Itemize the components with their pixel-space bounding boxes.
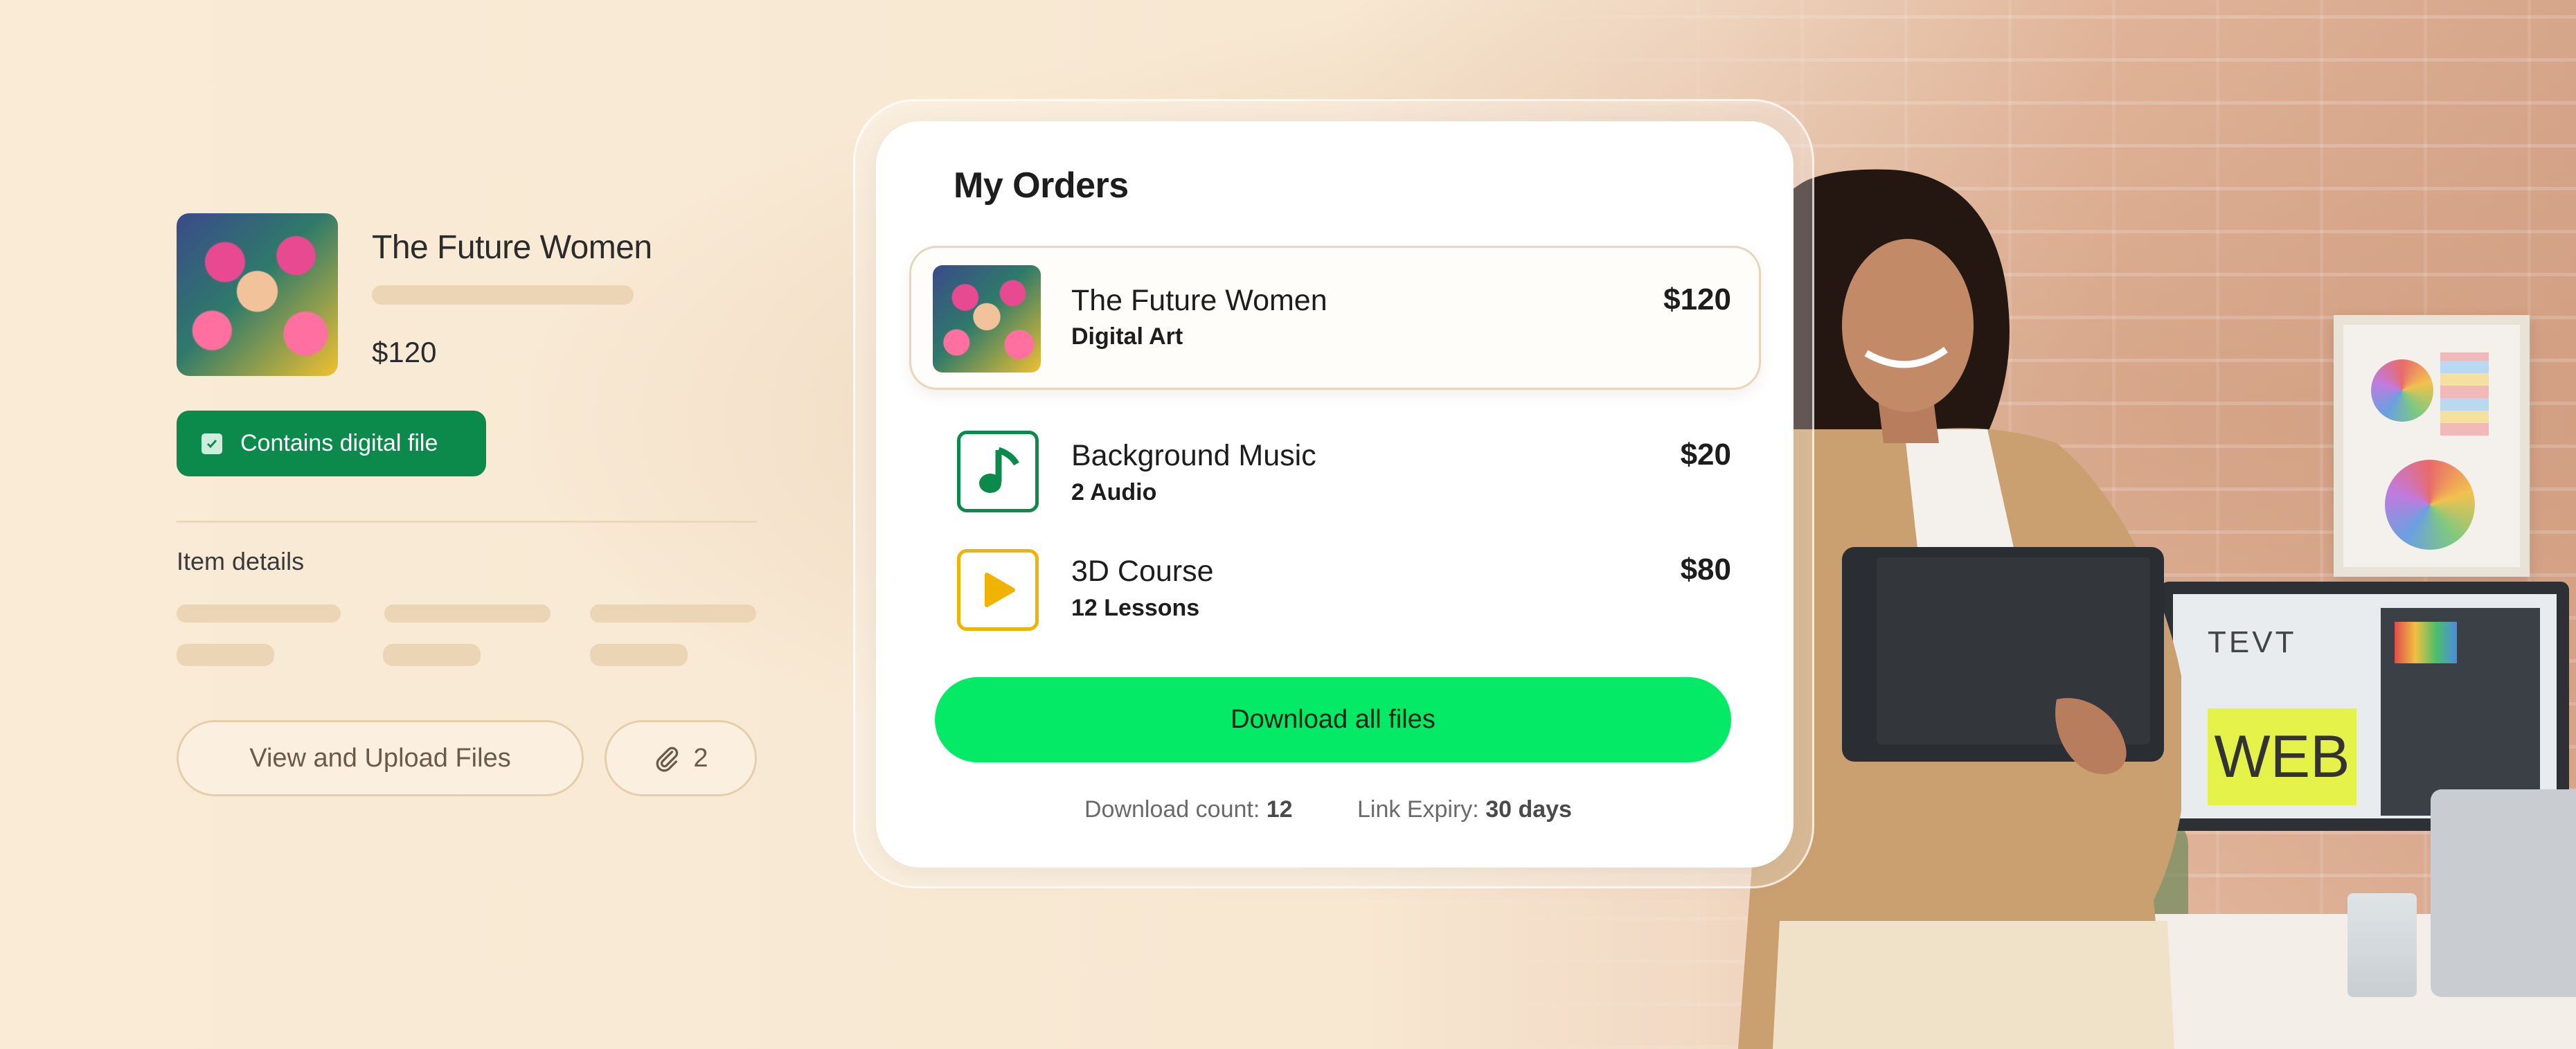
- order-name: The Future Women: [1071, 284, 1327, 317]
- product-price: $120: [372, 336, 437, 368]
- divider: [177, 521, 757, 523]
- digital-file-badge: Contains digital file: [177, 411, 486, 476]
- order-name: 3D Course: [1071, 555, 1214, 588]
- link-expiry-label: Link Expiry:: [1357, 796, 1479, 823]
- attachment-count: 2: [693, 743, 708, 773]
- placeholder-line: [372, 285, 634, 305]
- wall-art-frame-top: [2334, 315, 2530, 577]
- music-note-icon: [979, 447, 1019, 493]
- order-type: 2 Audio: [1071, 479, 1157, 505]
- order-thumbnail: [933, 265, 1041, 373]
- attachments-button[interactable]: 2: [605, 720, 757, 796]
- orders-title: My Orders: [954, 165, 1129, 206]
- link-expiry: Link Expiry: 30 days: [1357, 796, 1572, 823]
- product-title: The Future Women: [372, 229, 652, 266]
- placeholder-line: [384, 604, 551, 622]
- order-row-background-music[interactable]: [957, 431, 1039, 512]
- placeholder-line: [177, 644, 274, 666]
- sticky-note: WEB: [2208, 708, 2356, 805]
- view-upload-files-label: View and Upload Files: [249, 743, 511, 773]
- order-price: $80: [1680, 553, 1731, 586]
- laptop: [2431, 789, 2576, 997]
- order-row-3d-course[interactable]: [957, 549, 1039, 631]
- checkbox-icon: [202, 433, 222, 454]
- order-type: Digital Art: [1071, 323, 1183, 350]
- paperclip-icon: [656, 746, 679, 772]
- link-expiry-value: 30 days: [1485, 796, 1572, 823]
- order-price: $20: [1680, 438, 1731, 472]
- item-details-heading: Item details: [177, 547, 305, 575]
- digital-art-thumbnail: [177, 213, 338, 376]
- placeholder-line: [590, 644, 688, 666]
- play-icon: [985, 573, 1015, 607]
- download-count-value: 12: [1266, 796, 1293, 823]
- order-type: 12 Lessons: [1071, 595, 1200, 621]
- product-thumbnail: [177, 213, 338, 376]
- download-count: Download count: 12: [1084, 796, 1293, 823]
- order-name: Background Music: [1071, 439, 1316, 472]
- download-all-files-button[interactable]: Download all files: [935, 677, 1731, 762]
- order-price: $120: [1663, 283, 1731, 316]
- placeholder-line: [383, 644, 481, 666]
- digital-art-thumbnail: [933, 265, 1041, 373]
- placeholder-line: [177, 604, 341, 622]
- digital-file-badge-label: Contains digital file: [240, 430, 438, 456]
- pencil-cup: [2347, 893, 2417, 997]
- download-count-label: Download count:: [1084, 796, 1260, 823]
- placeholder-line: [590, 604, 756, 622]
- whiteboard-scribble: TEVT: [2208, 625, 2297, 659]
- view-upload-files-button[interactable]: View and Upload Files: [177, 720, 584, 796]
